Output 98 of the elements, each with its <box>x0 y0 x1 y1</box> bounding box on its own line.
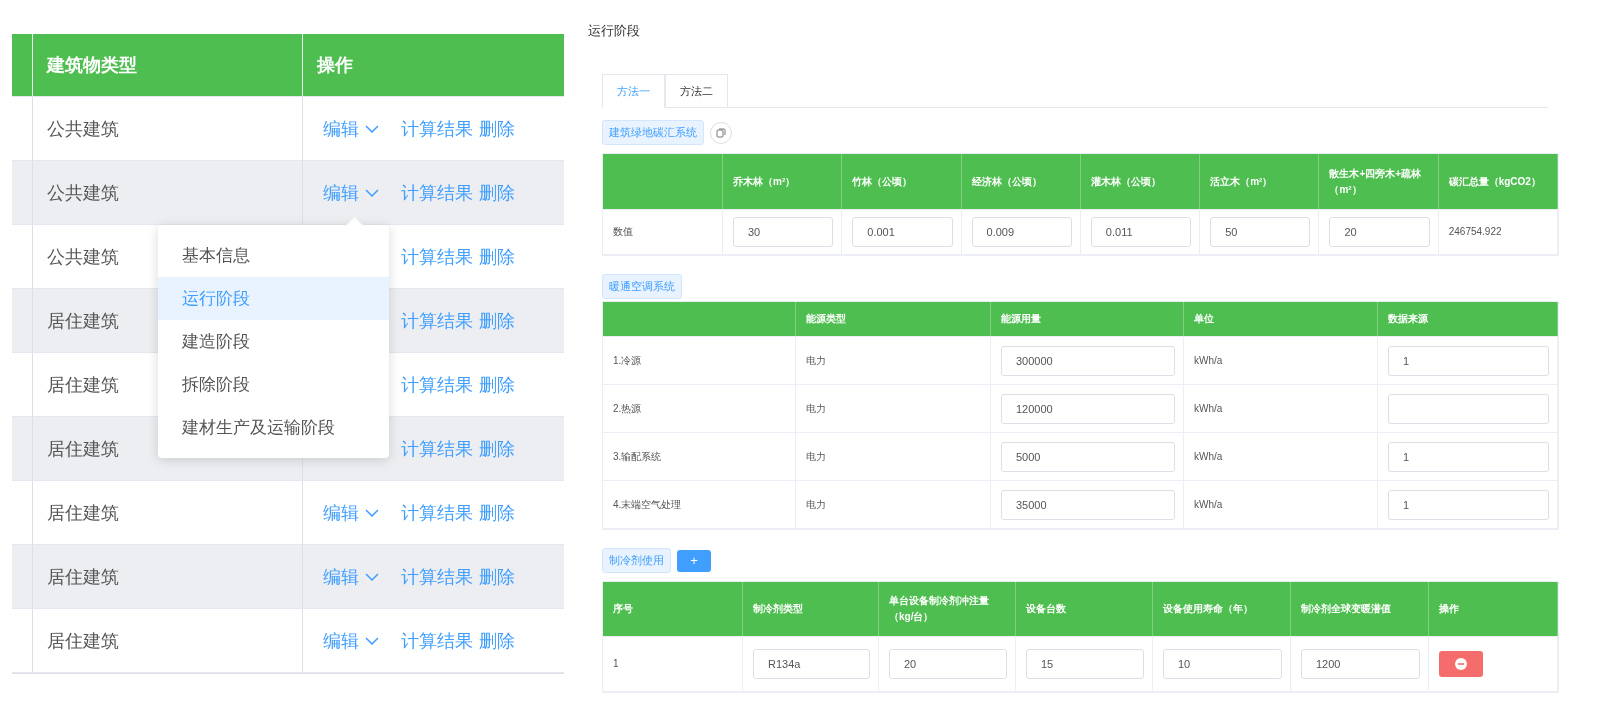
input-field[interactable]: 0.009 <box>971 217 1072 247</box>
menu-item[interactable]: 运行阶段 <box>158 277 389 320</box>
table-cell: kWh/a <box>1184 337 1378 384</box>
action-link[interactable]: 计算结果 <box>401 116 473 141</box>
input-field[interactable]: 15 <box>1026 649 1144 679</box>
edit-dropdown[interactable]: 编辑 <box>323 180 395 205</box>
minus-circle-icon <box>1455 658 1467 670</box>
table-cell: 电力 <box>796 385 991 432</box>
column-header: 活立木（m²） <box>1200 154 1320 209</box>
chevron-down-icon <box>365 188 379 197</box>
input-field[interactable]: 1 <box>1388 441 1549 472</box>
copy-icon <box>716 127 726 138</box>
column-header: 能源类型 <box>796 302 991 336</box>
edit-dropdown[interactable]: 编辑 <box>323 500 395 525</box>
column-header: 散生木+四旁木+疏林（m²） <box>1319 154 1439 209</box>
input-field[interactable]: 0.001 <box>852 217 953 247</box>
action-link[interactable]: 计算结果 <box>401 244 473 269</box>
column-header: 操作 <box>302 34 564 96</box>
column-header: 单位 <box>1184 302 1378 336</box>
input-field[interactable]: 20 <box>1329 217 1430 247</box>
input-field[interactable]: 50 <box>1210 217 1311 247</box>
edit-dropdown[interactable]: 编辑 <box>323 564 395 589</box>
table-cell: 居住建筑 <box>32 609 302 672</box>
action-link[interactable]: 计算结果 <box>401 628 473 653</box>
input-field[interactable]: 120000 <box>1001 393 1175 424</box>
section-tag: 制冷剂使用 <box>602 548 671 573</box>
table-cell: 2.热源 <box>603 385 796 432</box>
input-field[interactable]: 30 <box>733 217 834 247</box>
chevron-down-icon <box>365 124 379 133</box>
column-header: 经济林（公顷） <box>961 154 1081 209</box>
action-link[interactable]: 删除 <box>479 308 515 333</box>
input-field[interactable]: R134a <box>753 649 870 679</box>
table-cell: 居住建筑 <box>32 481 302 544</box>
chevron-down-icon <box>365 636 379 645</box>
input-field[interactable]: 300000 <box>1001 345 1175 376</box>
input-field[interactable]: 1200 <box>1301 649 1420 679</box>
table-cell: 4.末端空气处理 <box>603 481 796 528</box>
action-link[interactable]: 删除 <box>479 564 515 589</box>
table-cell: 电力 <box>796 433 991 480</box>
input-field[interactable]: 5000 <box>1001 441 1175 472</box>
page-title: 运行阶段 <box>588 22 641 40</box>
action-link[interactable]: 删除 <box>479 372 515 397</box>
column-header: 设备使用寿命（年） <box>1153 582 1291 636</box>
column-header: 序号 <box>603 582 743 636</box>
input-field[interactable] <box>1388 393 1549 424</box>
edit-dropdown[interactable]: 编辑 <box>323 628 395 653</box>
column-header: 制冷剂全球变暖潜值 <box>1291 582 1429 636</box>
delete-button[interactable] <box>1439 651 1483 677</box>
action-link[interactable]: 计算结果 <box>401 372 473 397</box>
column-header: 操作 <box>1429 582 1558 636</box>
input-field[interactable]: 0.011 <box>1090 217 1192 247</box>
edit-dropdown[interactable]: 编辑 <box>323 116 395 141</box>
table-cell: 1.冷源 <box>603 337 796 384</box>
column-header: 制冷剂类型 <box>743 582 879 636</box>
input-field[interactable]: 20 <box>889 649 1007 679</box>
column-header: 灌木林（公顷） <box>1080 154 1201 209</box>
column-header: 单台设备制冷剂冲注量（kg/台） <box>879 582 1016 636</box>
add-button[interactable]: + <box>677 549 711 572</box>
table-cell: 公共建筑 <box>32 97 302 160</box>
action-link[interactable]: 计算结果 <box>401 180 473 205</box>
input-field[interactable]: 1 <box>1388 345 1549 376</box>
action-link[interactable]: 计算结果 <box>401 436 473 461</box>
action-link[interactable]: 计算结果 <box>401 564 473 589</box>
action-link[interactable]: 删除 <box>479 244 515 269</box>
column-header: 碳汇总量（kgCO2） <box>1438 154 1558 209</box>
column-header: 数据来源 <box>1378 302 1558 336</box>
tab[interactable]: 方法一 <box>602 74 665 108</box>
row-label: 数值 <box>603 210 723 254</box>
column-header: 设备台数 <box>1016 582 1153 636</box>
table-cell: 居住建筑 <box>32 545 302 608</box>
tab[interactable]: 方法二 <box>665 74 728 107</box>
input-field[interactable]: 10 <box>1163 649 1282 679</box>
table-cell: 246754.922 <box>1438 210 1558 254</box>
section-tag: 建筑绿地碳汇系统 <box>602 120 704 145</box>
table-cell: 公共建筑 <box>32 161 302 224</box>
table-cell: 1 <box>603 637 743 691</box>
chevron-down-icon <box>365 572 379 581</box>
table-cell: 电力 <box>796 481 991 528</box>
table-cell: 电力 <box>796 337 991 384</box>
action-link[interactable]: 删除 <box>479 500 515 525</box>
action-link[interactable]: 删除 <box>479 180 515 205</box>
column-header: 竹林（公顷） <box>842 154 962 209</box>
column-header: 乔木林（m²） <box>723 154 843 209</box>
section-tag: 暖通空调系统 <box>602 274 682 299</box>
column-header: 建筑物类型 <box>32 34 302 96</box>
action-link[interactable]: 计算结果 <box>401 308 473 333</box>
action-link[interactable]: 删除 <box>479 628 515 653</box>
column-header: 能源用量 <box>991 302 1184 336</box>
table-cell: kWh/a <box>1184 433 1378 480</box>
table-cell: 3.输配系统 <box>603 433 796 480</box>
table-cell: kWh/a <box>1184 385 1378 432</box>
input-field[interactable]: 1 <box>1388 489 1549 520</box>
action-link[interactable]: 删除 <box>479 116 515 141</box>
chevron-down-icon <box>365 508 379 517</box>
action-link[interactable]: 删除 <box>479 436 515 461</box>
action-link[interactable]: 计算结果 <box>401 500 473 525</box>
table-cell: kWh/a <box>1184 481 1378 528</box>
input-field[interactable]: 35000 <box>1001 489 1175 520</box>
